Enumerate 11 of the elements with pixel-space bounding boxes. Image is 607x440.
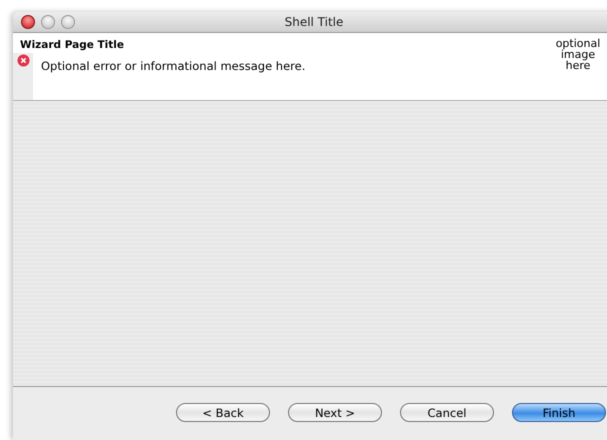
- zoom-button[interactable]: [61, 15, 75, 29]
- close-button[interactable]: [21, 15, 35, 29]
- wizard-button[interactable]: Finish: [512, 403, 606, 422]
- page-title: Wizard Page Title: [19, 38, 126, 51]
- image-placeholder-text: optional image here: [554, 36, 602, 74]
- minimize-button[interactable]: [41, 15, 55, 29]
- wizard-button[interactable]: Cancel: [400, 403, 494, 422]
- wizard-button[interactable]: < Back: [176, 403, 270, 422]
- status-message: Optional error or informational message here.: [40, 58, 306, 75]
- window-title: Shell Title: [284, 15, 344, 29]
- wizard-button[interactable]: Next >: [288, 403, 382, 422]
